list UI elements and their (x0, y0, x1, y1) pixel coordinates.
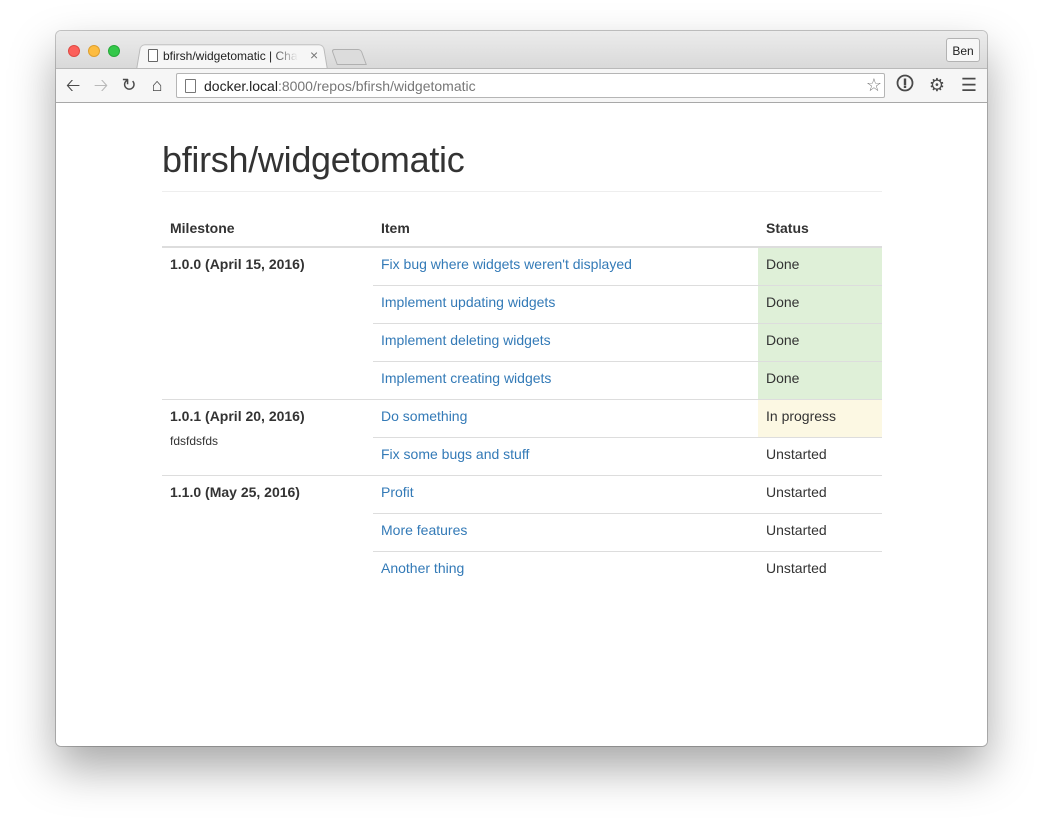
table-header-row: Milestone Item Status (162, 210, 882, 248)
milestone-name: 1.0.1 (April 20, 2016) (170, 408, 305, 424)
url-path: :8000/repos/bfirsh/widgetomatic (277, 78, 476, 94)
home-icon[interactable]: ⌂ (146, 74, 168, 96)
page-icon (185, 79, 196, 93)
address-bar[interactable]: docker.local:8000/repos/bfirsh/widgetoma… (176, 73, 885, 98)
page-content: bfirsh/widgetomatic Milestone Item Statu… (56, 103, 987, 746)
back-icon[interactable]: 🡠 (62, 74, 84, 96)
status-cell: Unstarted (758, 551, 882, 589)
url-host: docker.local (204, 78, 278, 94)
item-cell: Do something (373, 399, 758, 438)
column-header-status: Status (758, 210, 882, 248)
item-link[interactable]: Fix bug where widgets weren't displayed (381, 256, 632, 272)
item-cell: Implement creating widgets (373, 361, 758, 400)
browser-window: bfirsh/widgetomatic | Changes × Ben 🡠 🡢 … (56, 31, 987, 746)
milestone-cell: 1.0.0 (April 15, 2016) (162, 246, 373, 400)
item-link[interactable]: Profit (381, 484, 414, 500)
tab-title: bfirsh/widgetomatic | Changes (163, 49, 298, 63)
item-cell: Implement deleting widgets (373, 323, 758, 362)
close-window-button[interactable] (68, 45, 80, 57)
table-body: 1.0.0 (April 15, 2016) Fix bug where widg… (162, 246, 882, 589)
forward-icon[interactable]: 🡢 (90, 74, 112, 96)
status-cell: In progress (758, 399, 882, 438)
item-link[interactable]: Do something (381, 408, 467, 424)
reload-icon[interactable]: ↻ (118, 74, 140, 96)
page-icon (148, 49, 158, 62)
browser-tab-content[interactable]: bfirsh/widgetomatic | Changes × (146, 43, 326, 69)
milestones-table: Milestone Item Status 1.0.0 (April 15, 2… (162, 210, 882, 589)
item-link[interactable]: More features (381, 522, 467, 538)
title-divider (162, 191, 882, 192)
status-cell: Unstarted (758, 513, 882, 552)
milestone-note: fdsfdsfds (170, 434, 219, 448)
milestone-cell: 1.1.0 (May 25, 2016) (162, 475, 373, 589)
title-bar: bfirsh/widgetomatic | Changes × Ben (56, 31, 987, 70)
table-row: 1.0.0 (April 15, 2016) Fix bug where widg… (162, 246, 882, 400)
status-cell: Done (758, 285, 882, 324)
column-header-item: Item (373, 210, 758, 248)
browser-toolbar: 🡠 🡢 ↻ ⌂ docker.local:8000/repos/bfirsh/w… (56, 68, 987, 103)
item-link[interactable]: Implement deleting widgets (381, 332, 551, 348)
minimize-window-button[interactable] (88, 45, 100, 57)
milestone-name: 1.0.0 (April 15, 2016) (170, 256, 305, 272)
item-cell: More features (373, 513, 758, 552)
status-cell: Done (758, 323, 882, 362)
settings-icon[interactable]: ⚙ (926, 74, 948, 96)
item-cell: Fix some bugs and stuff (373, 437, 758, 476)
profile-button[interactable]: Ben (946, 38, 980, 62)
item-cell: Implement updating widgets (373, 285, 758, 324)
status-cell: Done (758, 246, 882, 286)
item-link[interactable]: Implement creating widgets (381, 370, 551, 386)
item-link[interactable]: Implement updating widgets (381, 294, 555, 310)
milestone-name: 1.1.0 (May 25, 2016) (170, 484, 300, 500)
status-cell: Done (758, 361, 882, 400)
item-cell: Profit (373, 475, 758, 514)
status-cell: Unstarted (758, 475, 882, 514)
item-link[interactable]: Fix some bugs and stuff (381, 446, 529, 462)
extension-icon[interactable] (894, 74, 916, 96)
menu-icon[interactable]: ☰ (958, 74, 980, 96)
new-tab-button[interactable] (331, 49, 367, 65)
milestone-cell: 1.0.1 (April 20, 2016) fdsfdsfds (162, 399, 373, 476)
star-icon[interactable]: ☆ (866, 75, 882, 96)
table-row: 1.0.1 (April 20, 2016) fdsfdsfds Do someth… (162, 399, 882, 476)
zoom-window-button[interactable] (108, 45, 120, 57)
table-row: 1.1.0 (May 25, 2016) Profit Unstarted (162, 475, 882, 589)
tab-close-icon[interactable]: × (310, 47, 318, 63)
column-header-milestone: Milestone (162, 210, 373, 248)
page-title: bfirsh/widgetomatic (162, 139, 465, 180)
item-cell: Another thing (373, 551, 758, 589)
url-text[interactable]: docker.local:8000/repos/bfirsh/widgetoma… (204, 78, 476, 94)
item-cell: Fix bug where widgets weren't displayed (373, 246, 758, 286)
item-link[interactable]: Another thing (381, 560, 464, 576)
status-cell: Unstarted (758, 437, 882, 476)
